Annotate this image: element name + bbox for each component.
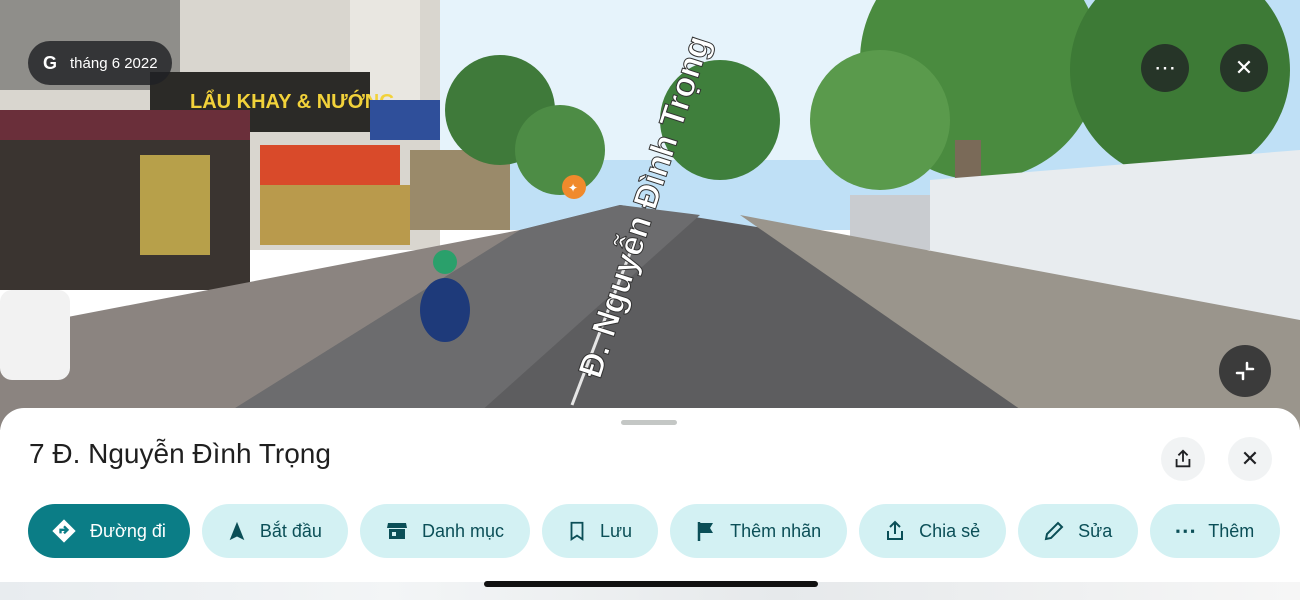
menu-label: Danh mục (421, 520, 504, 541)
more-actions-button[interactable]: ⋯ Thêm (1150, 504, 1281, 558)
edit-button[interactable]: Sửa (1018, 504, 1139, 558)
action-chips: Đường đi Bắt đầu Danh mục Lưu Thêm nhãn … (28, 504, 1281, 558)
google-g-icon: G (42, 52, 57, 73)
bookmark-icon (570, 521, 584, 541)
shop-sign-text: LẨU KHAY & NƯỚNG (190, 89, 395, 113)
directions-button[interactable]: Đường đi (28, 504, 190, 558)
save-button[interactable]: Lưu (542, 504, 659, 558)
share-label: Chia sẻ (919, 520, 981, 541)
menu-button[interactable]: Danh mục (359, 504, 530, 558)
close-sheet-button[interactable]: ✕ (1228, 437, 1272, 481)
add-label-label: Thêm nhãn (730, 520, 822, 541)
pencil-icon (1044, 521, 1064, 541)
share-button[interactable]: Chia sẻ (859, 504, 1007, 558)
add-label-button[interactable]: Thêm nhãn (670, 504, 848, 558)
collapse-icon (1235, 361, 1255, 381)
svg-text:✦: ✦ (568, 181, 578, 195)
place-title: 7 Đ. Nguyễn Đình Trọng (29, 438, 331, 469)
store-icon (386, 523, 407, 539)
exit-fullscreen-button[interactable] (1219, 345, 1271, 397)
directions-label: Đường đi (90, 520, 166, 541)
close-icon: ✕ (1240, 446, 1260, 471)
share-icon (1175, 449, 1191, 468)
place-bottom-sheet: 7 Đ. Nguyễn Đình Trọng ✕ Đường đi Bắt đầ… (0, 408, 1300, 600)
start-navigation-button[interactable]: Bắt đầu (201, 504, 348, 558)
directions-icon (52, 519, 76, 543)
home-indicator[interactable] (484, 581, 818, 587)
flag-icon (697, 522, 714, 541)
close-street-view-button[interactable]: ✕ (1220, 44, 1268, 92)
edit-label: Sửa (1078, 520, 1113, 541)
share-icon (887, 520, 904, 540)
street-view-image[interactable]: LẨU KHAY & NƯỚNG Đ. Nguyễn Đình Trọng ✦ (0, 0, 1300, 430)
navigation-arrow-icon (229, 521, 245, 541)
more-options-button[interactable]: ⋯ (1141, 44, 1189, 92)
share-place-button[interactable] (1161, 437, 1205, 481)
more-icon: ⋯ (1154, 55, 1176, 80)
start-label: Bắt đầu (259, 520, 322, 541)
more-icon: ⋯ (1174, 518, 1197, 543)
save-label: Lưu (600, 520, 633, 541)
close-icon: ✕ (1234, 55, 1254, 80)
imagery-date-label: tháng 6 2022 (70, 54, 158, 72)
more-label: Thêm (1208, 520, 1255, 541)
imagery-date-chip[interactable]: G tháng 6 2022 (28, 41, 172, 85)
sheet-drag-handle[interactable] (621, 420, 677, 425)
